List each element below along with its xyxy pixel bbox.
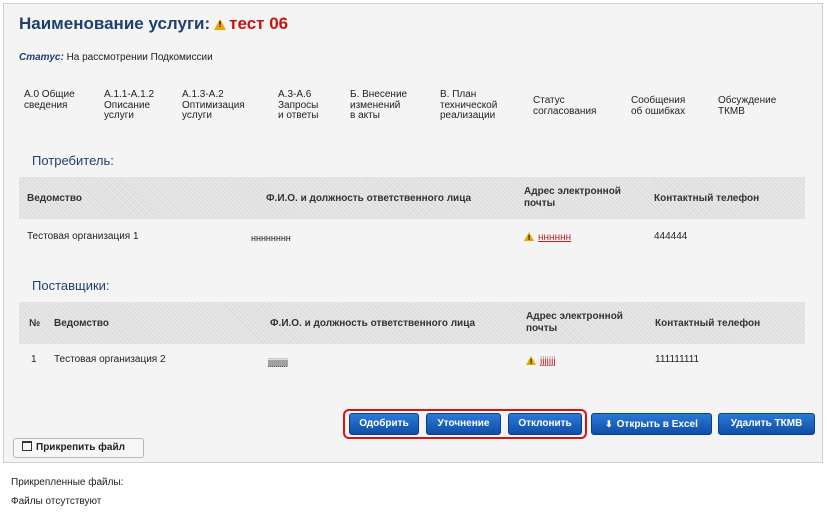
reject-button[interactable]: Отклонить	[508, 413, 582, 435]
status-value: На рассмотрении Подкомиссии	[66, 52, 213, 63]
tab-general[interactable]: А.0 Общие сведения	[24, 89, 75, 111]
consumer-phone: 444444	[654, 231, 688, 242]
attached-files-label: Прикрепленные файлы:	[11, 477, 124, 488]
tab-approval-status[interactable]: Статус согласования	[533, 95, 596, 117]
consumer-person: нннннннн	[251, 233, 291, 243]
page-title-prefix: Наименование услуги:	[19, 14, 211, 33]
suppliers-header-num: №	[29, 318, 41, 329]
consumer-agency: Тестовая организация 1	[27, 231, 139, 242]
suppliers-header-person: Ф.И.О. и должность ответственного лица	[270, 318, 476, 329]
open-excel-button[interactable]: ⬇ Открыть в Excel	[591, 413, 712, 435]
page-title: Наименование услуги: тест 06	[19, 14, 288, 34]
consumer-header-email: Адрес электронной почты	[524, 186, 621, 209]
attach-file-label: Прикрепить файл	[36, 442, 125, 453]
consumer-header-phone: Контактный телефон	[654, 193, 760, 204]
service-name: тест 06	[229, 14, 289, 33]
warning-icon	[526, 356, 536, 368]
tab-optimization[interactable]: А.1.3-А.2 Оптимизация услуги	[182, 89, 245, 122]
tab-acts[interactable]: Б. Внесение изменений в акты	[350, 89, 407, 122]
tab-requests[interactable]: А.3-А.6 Запросы и ответы	[278, 89, 318, 122]
warning-icon	[214, 19, 227, 30]
supplier-num: 1	[31, 354, 37, 365]
tab-errors[interactable]: Сообщения об ошибках	[631, 95, 685, 117]
open-excel-label: Открыть в Excel	[616, 419, 698, 430]
consumer-email-cell: нннннн	[524, 232, 571, 244]
clarify-button[interactable]: Уточнение	[426, 413, 501, 435]
suppliers-header-agency: Ведомство	[54, 318, 109, 329]
supplier-email[interactable]: jjjjjjj	[540, 356, 556, 367]
suppliers-title: Поставщики:	[32, 278, 110, 293]
supplier-agency: Тестовая организация 2	[54, 354, 166, 365]
suppliers-header-phone: Контактный телефон	[655, 318, 761, 329]
status-line: Статус: На рассмотрении Подкомиссии	[19, 52, 213, 63]
supplier-phone: 111111111	[655, 354, 700, 365]
tab-description[interactable]: А.1.1-А.1.2 Описание услуги	[104, 89, 154, 122]
status-label: Статус:	[19, 52, 64, 63]
tab-tech-plan[interactable]: В. План технической реализации	[440, 89, 497, 122]
supplier-email-cell: jjjjjjj	[526, 356, 556, 368]
delete-tkmv-button[interactable]: Удалить ТКМВ	[718, 413, 815, 435]
suppliers-header-email: Адрес электронной почты	[526, 311, 623, 334]
consumer-email[interactable]: нннннн	[538, 232, 571, 243]
tab-discussion[interactable]: Обсуждение ТКМВ	[718, 95, 776, 117]
download-icon: ⬇	[605, 419, 613, 429]
no-files-text: Файлы отсутствуют	[11, 496, 102, 507]
consumer-header-person: Ф.И.О. и должность ответственного лица	[266, 193, 472, 204]
attach-file-button[interactable]: Прикрепить файл	[13, 438, 144, 458]
supplier-person: jjjjjjjjjj	[268, 357, 288, 367]
inbox-icon	[22, 441, 32, 451]
consumer-header-agency: Ведомство	[27, 193, 82, 204]
consumer-title: Потребитель:	[32, 153, 114, 168]
warning-icon	[524, 232, 534, 244]
approve-button[interactable]: Одобрить	[349, 413, 419, 435]
